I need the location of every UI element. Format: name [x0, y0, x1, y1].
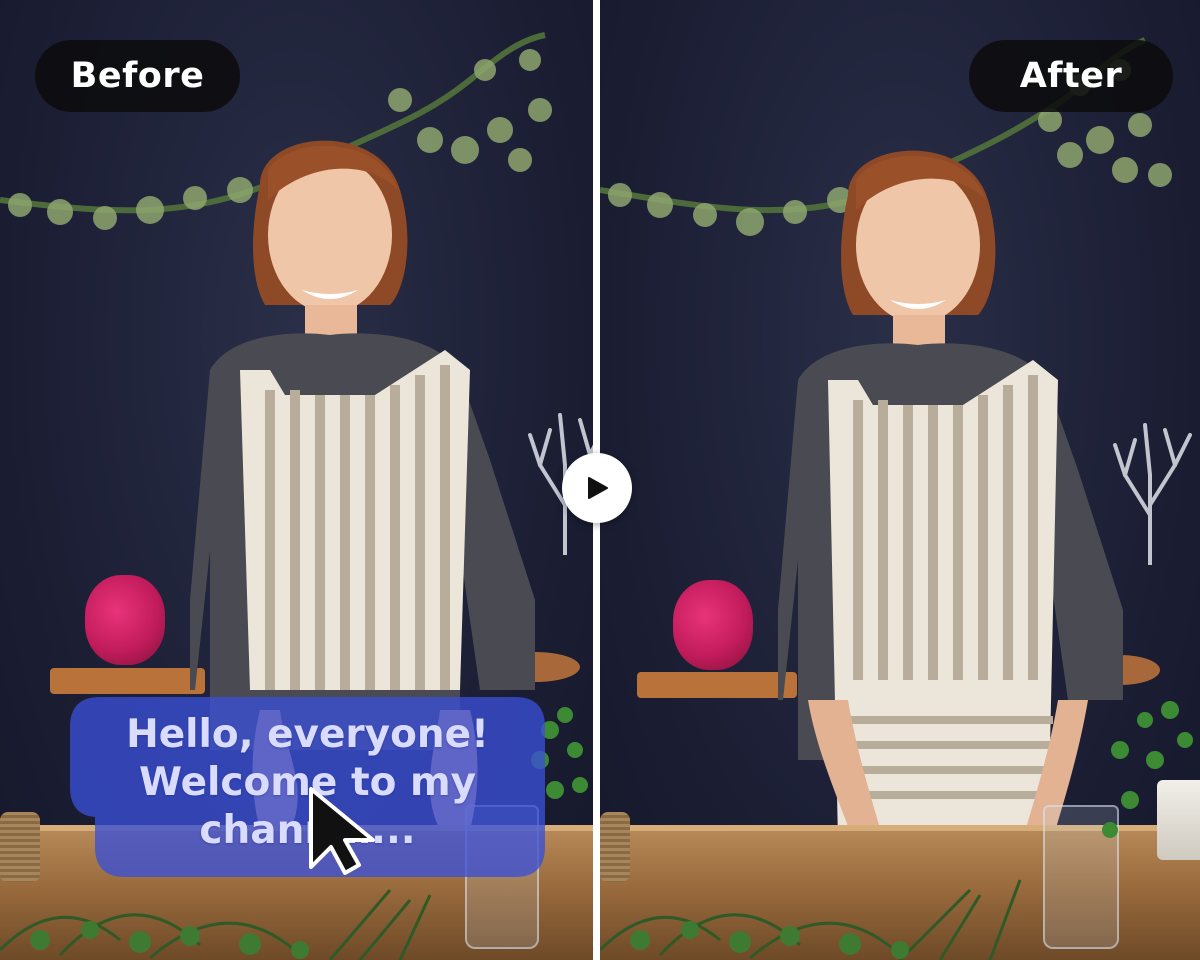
before-after-comparison: Hello, everyone! Welcome to my chann…... [0, 0, 1200, 960]
after-panel [600, 0, 1200, 960]
play-icon [588, 477, 608, 499]
before-label: Before [35, 40, 240, 112]
after-label: After [969, 40, 1173, 112]
after-photo [600, 0, 1200, 960]
before-panel: Hello, everyone! Welcome to my chann…... [0, 0, 593, 960]
play-button[interactable] [562, 453, 632, 523]
caption-line-1: Hello, everyone! [126, 712, 489, 757]
mouse-cursor-icon [309, 787, 375, 875]
